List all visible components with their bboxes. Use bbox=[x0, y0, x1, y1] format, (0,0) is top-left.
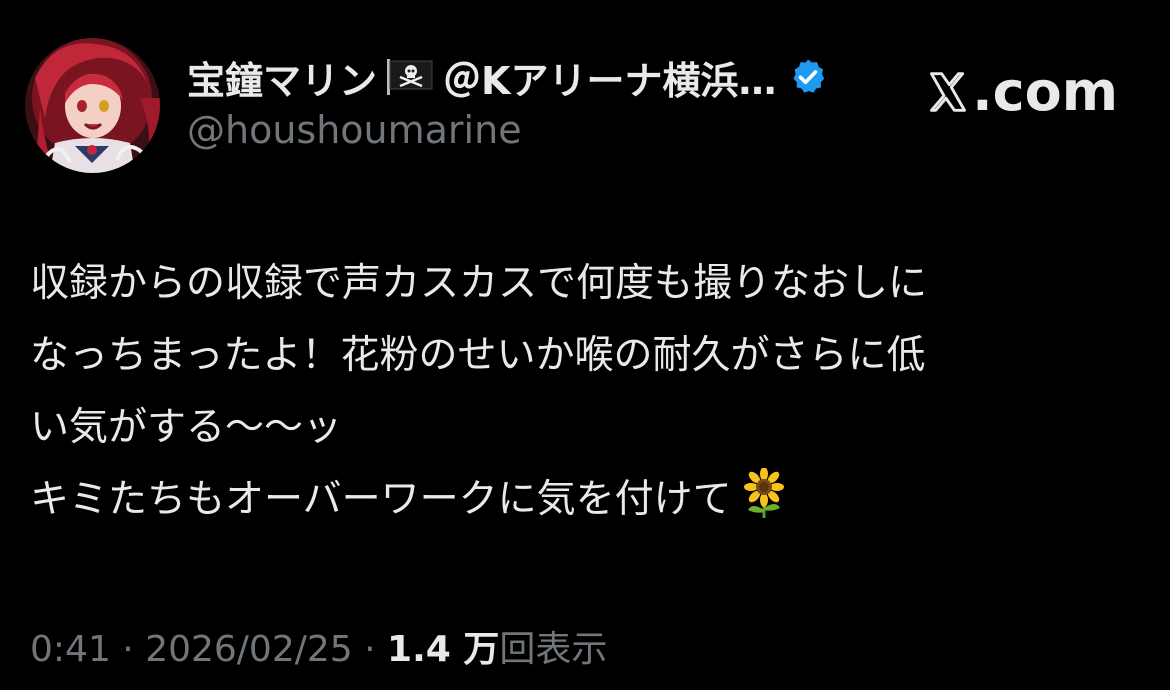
pirate-flag-icon bbox=[387, 59, 433, 95]
display-name-suffix[interactable]: ＠Kアリーナ横浜… bbox=[443, 50, 776, 105]
meta-separator: · bbox=[110, 629, 146, 670]
x-logo-icon bbox=[930, 71, 967, 112]
author-handle[interactable]: @houshoumarine bbox=[187, 108, 522, 152]
verified-badge-icon bbox=[793, 59, 825, 93]
site-label: .com bbox=[926, 60, 1118, 123]
tweet-text: 収録からの収録で声カスカスで何度も撮りなおしに なっちまったよ！花粉のせいか喉の… bbox=[30, 248, 1145, 536]
site-domain: .com bbox=[972, 60, 1118, 123]
views-label: 回表示 bbox=[499, 629, 608, 670]
meta-separator: · bbox=[352, 629, 388, 670]
tweet-line: キミたちもオーバーワークに気を付けて bbox=[30, 477, 732, 522]
tweet-line: なっちまったよ！花粉のせいか喉の耐久がさらに低 bbox=[30, 333, 926, 378]
author-name-row[interactable]: 宝鐘マリン ＠Kアリーナ横浜… bbox=[187, 54, 828, 103]
views-count: 1.4 万 bbox=[387, 629, 500, 670]
tweet-meta: 0:41 · 2026/02/25 · 1.4 万回表示 bbox=[30, 620, 607, 672]
tweet-date[interactable]: 2026/02/25 bbox=[145, 629, 353, 670]
tweet-line: い気がする〜〜ッ bbox=[30, 405, 343, 450]
tweet-card: 宝鐘マリン ＠Kアリーナ横浜… @houshoumarine .com 収録から… bbox=[0, 0, 1170, 690]
display-name[interactable]: 宝鐘マリン bbox=[187, 50, 377, 105]
tweet-line: 収録からの収録で声カスカスで何度も撮りなおしに bbox=[30, 261, 928, 306]
tweet-time[interactable]: 0:41 bbox=[30, 629, 111, 670]
avatar[interactable] bbox=[25, 38, 160, 173]
sunflower-icon bbox=[743, 468, 784, 518]
avatar-image bbox=[25, 38, 160, 173]
tweet-line-last: キミたちもオーバーワークに気を付けて bbox=[30, 464, 1145, 536]
